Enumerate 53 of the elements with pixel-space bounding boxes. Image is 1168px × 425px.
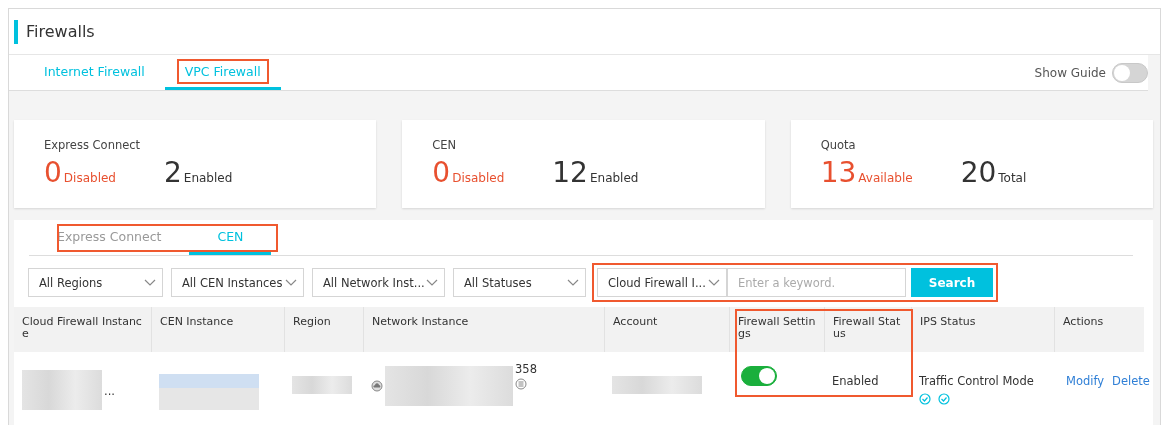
check-circle-icon	[938, 393, 950, 405]
stat-value: 0	[44, 156, 62, 189]
stat-value: 20	[960, 156, 997, 189]
chevron-down-icon	[708, 278, 720, 287]
action-link[interactable]: Modify	[1066, 374, 1105, 388]
show-guide-toggle[interactable]	[1112, 62, 1148, 83]
instance-suffix: 358	[515, 362, 537, 376]
status-text: Enabled	[832, 374, 879, 388]
filter-select[interactable]: All Statuses	[453, 268, 586, 297]
filter-select[interactable]: All Network Inst...	[312, 268, 445, 297]
redacted-link[interactable]	[159, 374, 259, 410]
column-header: Cloud Firewall Instance	[14, 307, 151, 352]
stat-label: Available	[858, 171, 913, 185]
chevron-down-icon	[144, 278, 156, 287]
page-title: Firewalls	[26, 22, 95, 41]
keyword-field[interactable]: Enter a keyword.	[727, 268, 906, 297]
tab[interactable]: VPC Firewall	[164, 55, 281, 90]
column-header: IPS Status	[911, 307, 1054, 352]
stat-label: Enabled	[183, 171, 233, 185]
stat-label: Enabled	[589, 171, 639, 185]
stat-value: 13	[820, 156, 857, 189]
ellipsis-text: ...	[104, 384, 115, 398]
column-header: CEN Instance	[151, 307, 284, 352]
card-title: Quota	[820, 138, 857, 152]
list-circle-icon	[515, 378, 527, 390]
column-header: Network Instance	[363, 307, 604, 352]
show-guide-label: Show Guide	[1034, 65, 1106, 80]
column-header: Firewall Status	[824, 307, 911, 352]
tab[interactable]: Internet Firewall	[24, 55, 165, 90]
column-header: Region	[284, 307, 363, 352]
card-title: Express Connect	[44, 138, 142, 152]
filter-select[interactable]: All Regions	[28, 268, 163, 297]
redacted-text	[292, 376, 352, 394]
ips-mode-text: Traffic Control Mode	[919, 374, 1034, 388]
cloud-icon	[371, 380, 383, 392]
column-header: Firewall Settings	[729, 307, 824, 352]
action-link[interactable]: Delete	[1112, 374, 1150, 388]
stat-value: 0	[432, 156, 451, 189]
stat-label: Disabled	[452, 171, 505, 185]
column-header: Actions	[1054, 307, 1144, 352]
filter-select[interactable]: All CEN Instances	[171, 268, 304, 297]
stat-value: 12	[552, 156, 588, 189]
firewall-toggle[interactable]	[741, 366, 777, 386]
column-header: Account	[604, 307, 729, 352]
chevron-down-icon	[285, 278, 297, 287]
stat-label: Disabled	[63, 171, 116, 185]
card-title: CEN	[432, 138, 458, 152]
stat-value: 2	[163, 156, 182, 189]
chevron-down-icon	[426, 278, 438, 287]
check-circle-icon	[919, 393, 931, 405]
field-select[interactable]: Cloud Firewall I...	[597, 268, 727, 297]
chevron-down-icon	[567, 278, 579, 287]
stat-label: Total	[998, 171, 1027, 185]
